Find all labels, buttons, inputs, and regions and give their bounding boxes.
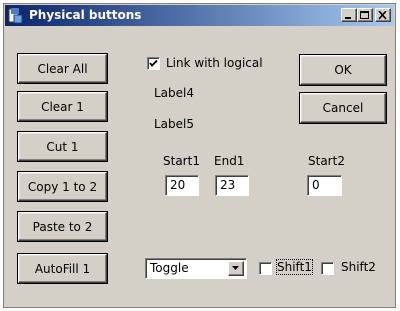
title-bar[interactable]: Physical buttons (5, 5, 394, 26)
start1-label: Start1 (163, 154, 200, 168)
clear-1-button[interactable]: Clear 1 (17, 91, 108, 122)
close-icon (378, 11, 387, 20)
physical-buttons-window: Physical buttons Clear All Clear 1 Cut 1… (3, 3, 396, 308)
start2-label: Start2 (308, 154, 345, 168)
cut-1-button[interactable]: Cut 1 (17, 131, 108, 162)
shift1-checkbox[interactable] (259, 262, 272, 275)
cancel-button[interactable]: Cancel (299, 92, 387, 124)
close-button[interactable] (375, 8, 391, 22)
start1-field[interactable]: 20 (165, 175, 199, 196)
label4: Label4 (154, 86, 195, 100)
label5: Label5 (154, 117, 195, 131)
minimize-button[interactable] (341, 8, 357, 22)
mode-select[interactable]: Toggle (145, 258, 247, 279)
clear-all-button[interactable]: Clear All (17, 53, 108, 84)
dropdown-button[interactable] (228, 261, 244, 276)
paste-to-2-button[interactable]: Paste to 2 (17, 211, 108, 242)
ok-button[interactable]: OK (299, 54, 387, 86)
copy-1-to-2-button[interactable]: Copy 1 to 2 (17, 171, 108, 202)
autofill-1-button[interactable]: AutoFill 1 (17, 253, 108, 284)
minimize-icon (345, 17, 351, 19)
shift2-checkbox[interactable] (321, 262, 334, 275)
app-icon (8, 7, 24, 24)
mode-select-value: Toggle (150, 261, 189, 275)
maximize-icon (360, 11, 369, 19)
window-title: Physical buttons (29, 8, 142, 22)
shift1-label: Shift1 (276, 259, 313, 275)
chevron-down-icon (232, 266, 239, 270)
start2-field[interactable]: 0 (307, 175, 342, 196)
link-with-logical-checkbox[interactable] (147, 57, 160, 70)
end1-field[interactable]: 23 (215, 175, 249, 196)
shift2-label: Shift2 (341, 260, 376, 274)
maximize-button[interactable] (357, 8, 373, 22)
link-with-logical-label: Link with logical (166, 56, 263, 70)
checkmark-icon (149, 59, 158, 67)
end1-label: End1 (214, 154, 245, 168)
